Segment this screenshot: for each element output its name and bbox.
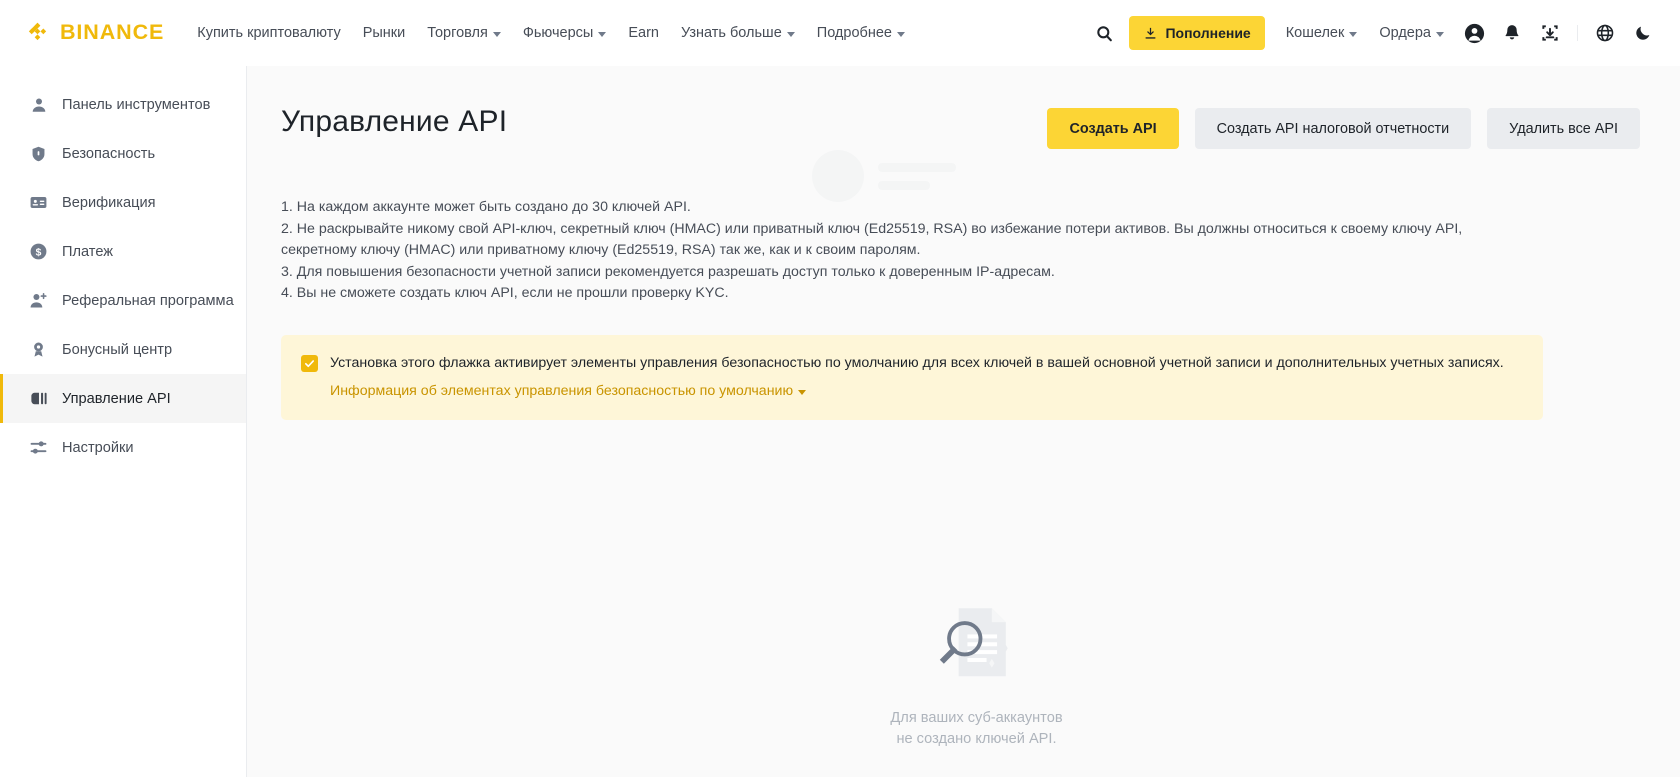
- sliders-settings-icon: [29, 438, 48, 457]
- api-info-notes: 1. На каждом аккаунте может быть создано…: [281, 197, 1503, 305]
- sidebar-item-label: Настройки: [62, 439, 134, 456]
- delete-all-api-button[interactable]: Удалить все API: [1487, 108, 1640, 149]
- deposit-button-label: Пополнение: [1165, 25, 1251, 41]
- banner-body: Установка этого флажка активирует элемен…: [330, 353, 1523, 402]
- checkmark-icon: [305, 359, 314, 367]
- nav-item-orders[interactable]: Ордера: [1368, 17, 1455, 49]
- banner-text: Установка этого флажка активирует элемен…: [330, 354, 1504, 371]
- nav-label: Торговля: [427, 25, 488, 41]
- brand-wordmark: BINANCE: [60, 20, 165, 45]
- chevron-down-icon: [798, 389, 807, 395]
- chevron-down-icon: [492, 31, 501, 37]
- nav-label: Рынки: [362, 25, 406, 41]
- page-header: Управление API Создать API Создать API н…: [247, 66, 1680, 149]
- nav-label: Купить криптовалюту: [197, 25, 341, 41]
- nav-label: Подробнее: [816, 25, 892, 41]
- chevron-down-icon: [786, 31, 795, 37]
- sidebar-item-dashboard[interactable]: Панель инструментов: [0, 80, 246, 129]
- nav-label: Узнать больше: [680, 25, 782, 41]
- empty-state: Для ваших суб-аккаунтов не создано ключе…: [247, 596, 1680, 750]
- security-controls-info-link-label: Информация об элементах управления безоп…: [330, 382, 794, 399]
- language-globe-icon[interactable]: [1586, 14, 1624, 52]
- skeleton-placeholder: [812, 150, 956, 202]
- info-line-2: 2. Не раскрывайте никому свой API-ключ, …: [281, 220, 1463, 259]
- binance-api-management-page: BINANCE Купить криптовалюту Рынки Торгов…: [0, 0, 1680, 777]
- sidebar-item-label: Панель инструментов: [62, 96, 211, 113]
- sidebar-item-api-management[interactable]: Управление API: [0, 374, 246, 423]
- main-content: Управление API Создать API Создать API н…: [247, 66, 1680, 777]
- top-navigation-bar: BINANCE Купить криптовалюту Рынки Торгов…: [0, 0, 1680, 66]
- page-body: Панель инструментов Безопасность Верифик…: [0, 66, 1680, 777]
- nav-label: Кошелек: [1285, 25, 1345, 41]
- nav-label: Фьючерсы: [522, 25, 594, 41]
- nav-label: Ордера: [1379, 25, 1431, 41]
- nav-item-trade[interactable]: Торговля: [416, 17, 512, 49]
- award-medal-icon: [29, 340, 48, 359]
- skeleton-bar: [878, 180, 930, 190]
- skeleton-avatar: [812, 150, 864, 202]
- nav-item-markets[interactable]: Рынки: [352, 17, 417, 49]
- skeleton-bar: [878, 162, 956, 172]
- info-line-4: 4. Вы не сможете создать ключ API, если …: [281, 285, 729, 301]
- svg-text:$: $: [36, 247, 42, 258]
- nav-item-more[interactable]: Подробнее: [806, 17, 916, 49]
- nav-item-buy-crypto[interactable]: Купить криптовалюту: [186, 17, 351, 49]
- sidebar-item-label: Бонусный центр: [62, 341, 173, 358]
- sidebar-item-settings[interactable]: Настройки: [0, 423, 246, 472]
- profile-icon[interactable]: [1455, 14, 1493, 52]
- search-icon[interactable]: [1085, 14, 1123, 52]
- create-tax-report-api-button[interactable]: Создать API налоговой отчетности: [1194, 108, 1472, 149]
- document-search-icon: [939, 608, 1008, 677]
- download-app-icon[interactable]: [1531, 14, 1569, 52]
- dashboard-user-icon: [29, 95, 48, 114]
- create-api-button[interactable]: Создать API: [1047, 108, 1179, 149]
- chevron-down-icon: [1436, 31, 1444, 37]
- deposit-button[interactable]: Пополнение: [1129, 16, 1265, 50]
- chevron-down-icon: [896, 31, 905, 37]
- chevron-down-icon: [1349, 31, 1358, 37]
- nav-item-learn-more[interactable]: Узнать больше: [670, 17, 806, 49]
- notification-bell-icon[interactable]: [1493, 14, 1531, 52]
- main-nav-links: Купить криптовалюту Рынки Торговля Фьюче…: [186, 17, 916, 49]
- chevron-down-icon: [598, 31, 607, 37]
- nav-divider: [1577, 25, 1578, 41]
- dollar-circle-icon: $: [29, 242, 48, 261]
- header-action-buttons: Создать API Создать API налоговой отчетн…: [1047, 102, 1640, 149]
- sidebar-item-security[interactable]: Безопасность: [0, 129, 246, 178]
- skeleton-lines: [878, 162, 956, 190]
- user-plus-icon: [29, 291, 48, 310]
- api-plug-icon: [29, 389, 48, 408]
- sidebar-item-payment[interactable]: $ Платеж: [0, 227, 246, 276]
- shield-lock-icon: [29, 144, 48, 163]
- sidebar-item-rewards-hub[interactable]: Бонусный центр: [0, 325, 246, 374]
- empty-state-text: Для ваших суб-аккаунтов не создано ключе…: [890, 708, 1062, 750]
- account-sidebar: Панель инструментов Безопасность Верифик…: [0, 66, 247, 777]
- binance-diamond-icon: [28, 22, 47, 40]
- empty-state-line-2: не создано ключей API.: [896, 731, 1057, 747]
- nav-right-group: Пополнение Кошелек Ордера: [1085, 14, 1662, 52]
- nav-item-futures[interactable]: Фьючерсы: [512, 17, 618, 49]
- download-arrow-icon: [1145, 27, 1156, 39]
- security-controls-checkbox[interactable]: [301, 354, 318, 372]
- sidebar-item-label: Безопасность: [62, 145, 156, 162]
- nav-item-wallet[interactable]: Кошелек: [1275, 17, 1369, 49]
- page-title: Управление API: [281, 105, 508, 138]
- security-controls-info-link[interactable]: Информация об элементах управления безоп…: [330, 381, 807, 402]
- binance-logo[interactable]: BINANCE: [24, 20, 164, 47]
- default-security-controls-banner: Установка этого флажка активирует элемен…: [281, 334, 1543, 420]
- sidebar-item-referral[interactable]: Реферальная программа: [0, 276, 246, 325]
- sidebar-item-label: Реферальная программа: [62, 292, 234, 309]
- info-line-3: 3. Для повышения безопасности учетной за…: [281, 263, 1055, 280]
- sidebar-item-label: Верификация: [62, 194, 156, 211]
- sidebar-item-label: Управление API: [62, 390, 171, 407]
- empty-state-line-1: Для ваших суб-аккаунтов: [890, 710, 1063, 726]
- id-card-icon: [29, 193, 48, 212]
- nav-item-earn[interactable]: Earn: [617, 17, 670, 49]
- dark-mode-moon-icon[interactable]: [1624, 14, 1662, 52]
- sidebar-item-verification[interactable]: Верификация: [0, 178, 246, 227]
- nav-label: Earn: [628, 25, 659, 41]
- sidebar-item-label: Платеж: [62, 243, 114, 260]
